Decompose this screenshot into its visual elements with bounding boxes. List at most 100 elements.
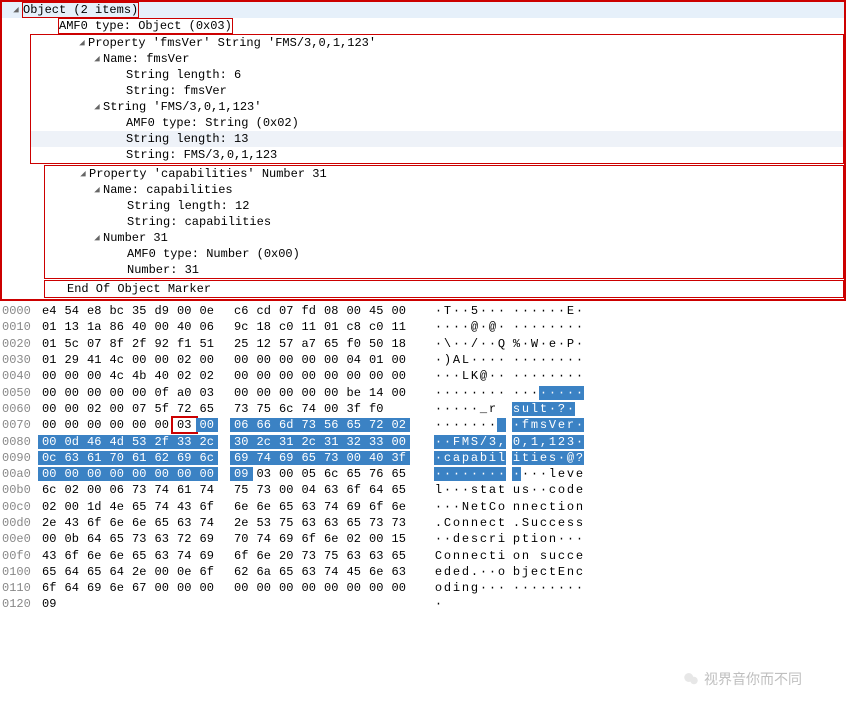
hex-byte[interactable]: 00 [38, 467, 61, 481]
hex-byte[interactable]: 62 [230, 565, 253, 579]
hex-byte[interactable]: 2e [230, 516, 253, 530]
hex-byte[interactable]: 00 [83, 418, 106, 432]
hex-byte[interactable]: 65 [128, 549, 151, 563]
hex-byte[interactable]: 40 [173, 320, 196, 334]
hex-byte[interactable]: 6f [61, 549, 84, 563]
hex-byte[interactable]: 00 [343, 369, 366, 383]
hex-byte[interactable]: 65 [106, 532, 129, 546]
hex-byte[interactable]: 5c [61, 337, 84, 351]
hex-byte[interactable]: 00 [61, 467, 84, 481]
hex-row[interactable]: 0070000000000000030006666d7356657202····… [0, 417, 855, 433]
hex-byte[interactable]: 54 [61, 304, 84, 318]
hex-byte[interactable]: 00 [275, 369, 298, 383]
hex-byte[interactable]: 00 [343, 451, 366, 465]
hex-byte[interactable]: 00 [83, 483, 106, 497]
hex-byte[interactable]: a7 [298, 337, 321, 351]
hex-byte[interactable]: 6e [320, 532, 343, 546]
hex-byte[interactable]: 02 [173, 369, 196, 383]
hex-byte[interactable]: 00 [320, 369, 343, 383]
hex-row[interactable]: 00300129414c000002000000000000040100·)AL… [0, 352, 855, 368]
hex-byte[interactable]: 73 [230, 402, 253, 416]
hex-byte[interactable]: 40 [151, 369, 174, 383]
hex-byte[interactable] [365, 597, 388, 611]
hex-byte[interactable]: 00 [388, 435, 411, 449]
hex-byte[interactable]: 76 [365, 467, 388, 481]
hex-byte[interactable]: 66 [253, 418, 276, 432]
hex-byte[interactable]: 03 [253, 467, 276, 481]
hex-byte[interactable]: 00 [173, 581, 196, 595]
hex-byte[interactable]: 04 [343, 353, 366, 367]
hex-byte[interactable]: 11 [388, 320, 411, 334]
hex-byte[interactable]: 43 [38, 549, 61, 563]
hex-byte[interactable]: 02 [343, 532, 366, 546]
hex-byte[interactable]: 65 [343, 418, 366, 432]
hex-byte[interactable]: 03 [173, 418, 196, 432]
hex-byte[interactable]: 00 [298, 353, 321, 367]
hex-byte[interactable]: 09 [38, 597, 61, 611]
hex-byte[interactable]: e8 [83, 304, 106, 318]
hex-byte[interactable]: 00 [38, 386, 61, 400]
hex-byte[interactable]: 14 [365, 386, 388, 400]
hex-byte[interactable]: 00 [106, 386, 129, 400]
hex-byte[interactable]: 75 [253, 402, 276, 416]
hex-byte[interactable]: 00 [151, 320, 174, 334]
hex-byte[interactable]: 70 [106, 451, 129, 465]
hex-byte[interactable]: 65 [298, 451, 321, 465]
hex-byte[interactable]: 86 [106, 320, 129, 334]
hex-byte[interactable]: 12 [253, 337, 276, 351]
hex-byte[interactable]: 00 [61, 386, 84, 400]
hex-byte[interactable]: 6f [196, 565, 219, 579]
hex-byte[interactable]: 73 [128, 532, 151, 546]
hex-byte[interactable]: 63 [320, 483, 343, 497]
hex-byte[interactable]: 08 [320, 304, 343, 318]
hex-byte[interactable]: 43 [173, 500, 196, 514]
hex-byte[interactable]: c8 [343, 320, 366, 334]
hex-byte[interactable]: 6a [253, 565, 276, 579]
hex-byte[interactable]: 18 [388, 337, 411, 351]
hex-byte[interactable]: 00 [388, 386, 411, 400]
hex-byte[interactable]: 00 [196, 353, 219, 367]
hex-byte[interactable]: 4c [106, 353, 129, 367]
hex-byte[interactable]: 6d [275, 418, 298, 432]
hex-byte[interactable]: 0e [173, 565, 196, 579]
hex-byte[interactable]: 02 [173, 353, 196, 367]
hex-byte[interactable]: 00 [38, 532, 61, 546]
tree-node-prop2[interactable]: ◢ Property 'capabilities' Number 31 [45, 166, 843, 182]
tree-node-prop2-name[interactable]: ◢ Name: capabilities [45, 182, 843, 198]
hex-byte[interactable]: 61 [83, 451, 106, 465]
hex-byte[interactable]: 00 [365, 532, 388, 546]
hex-row[interactable]: 00e0000b6465736372697074696f6e020015··de… [0, 531, 855, 547]
hex-byte[interactable]: 01 [38, 337, 61, 351]
hex-row[interactable]: 0020015c078f2f92f151251257a765f05018·\··… [0, 336, 855, 352]
hex-byte[interactable]: 4b [128, 369, 151, 383]
hex-byte[interactable]: 3f [388, 451, 411, 465]
chevron-down-icon[interactable]: ◢ [91, 184, 103, 196]
hex-byte[interactable]: 2e [38, 516, 61, 530]
hex-byte[interactable]: 73 [320, 451, 343, 465]
hex-byte[interactable]: 01 [320, 320, 343, 334]
hex-byte[interactable]: 00 [253, 353, 276, 367]
hex-byte[interactable]: 00 [388, 581, 411, 595]
hex-byte[interactable]: 6c [275, 402, 298, 416]
hex-byte[interactable]: 72 [173, 532, 196, 546]
hex-byte[interactable]: 63 [365, 549, 388, 563]
hex-byte[interactable]: 6e [388, 500, 411, 514]
hex-byte[interactable]: 63 [388, 565, 411, 579]
hex-byte[interactable]: 00 [38, 402, 61, 416]
hex-byte[interactable]: 2c [253, 435, 276, 449]
hex-byte[interactable]: 00 [230, 581, 253, 595]
hex-byte[interactable]: 0c [38, 451, 61, 465]
hex-byte[interactable] [83, 597, 106, 611]
hex-byte[interactable]: 56 [320, 418, 343, 432]
hex-byte[interactable]: 64 [61, 565, 84, 579]
hex-byte[interactable] [230, 597, 253, 611]
tree-node[interactable]: String: capabilities [45, 214, 843, 230]
hex-byte[interactable]: 00 [106, 418, 129, 432]
hex-byte[interactable]: 00 [151, 565, 174, 579]
hex-byte[interactable]: 40 [365, 451, 388, 465]
hex-byte[interactable]: 0b [61, 532, 84, 546]
hex-byte[interactable]: 00 [388, 369, 411, 383]
hex-byte[interactable]: 00 [343, 304, 366, 318]
hex-byte[interactable]: 32 [343, 435, 366, 449]
hex-byte[interactable]: 00 [61, 500, 84, 514]
